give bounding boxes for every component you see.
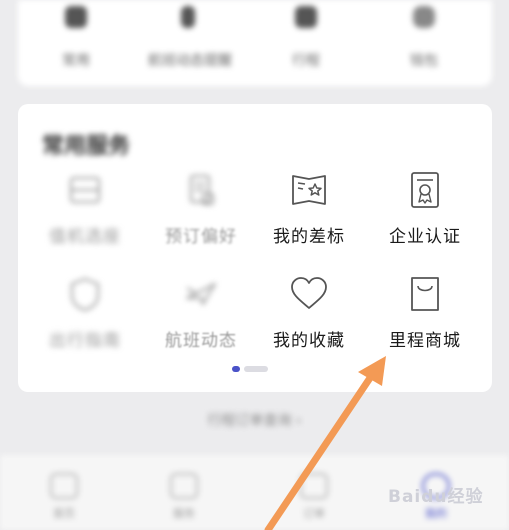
annotation-arrow [264,356,386,530]
